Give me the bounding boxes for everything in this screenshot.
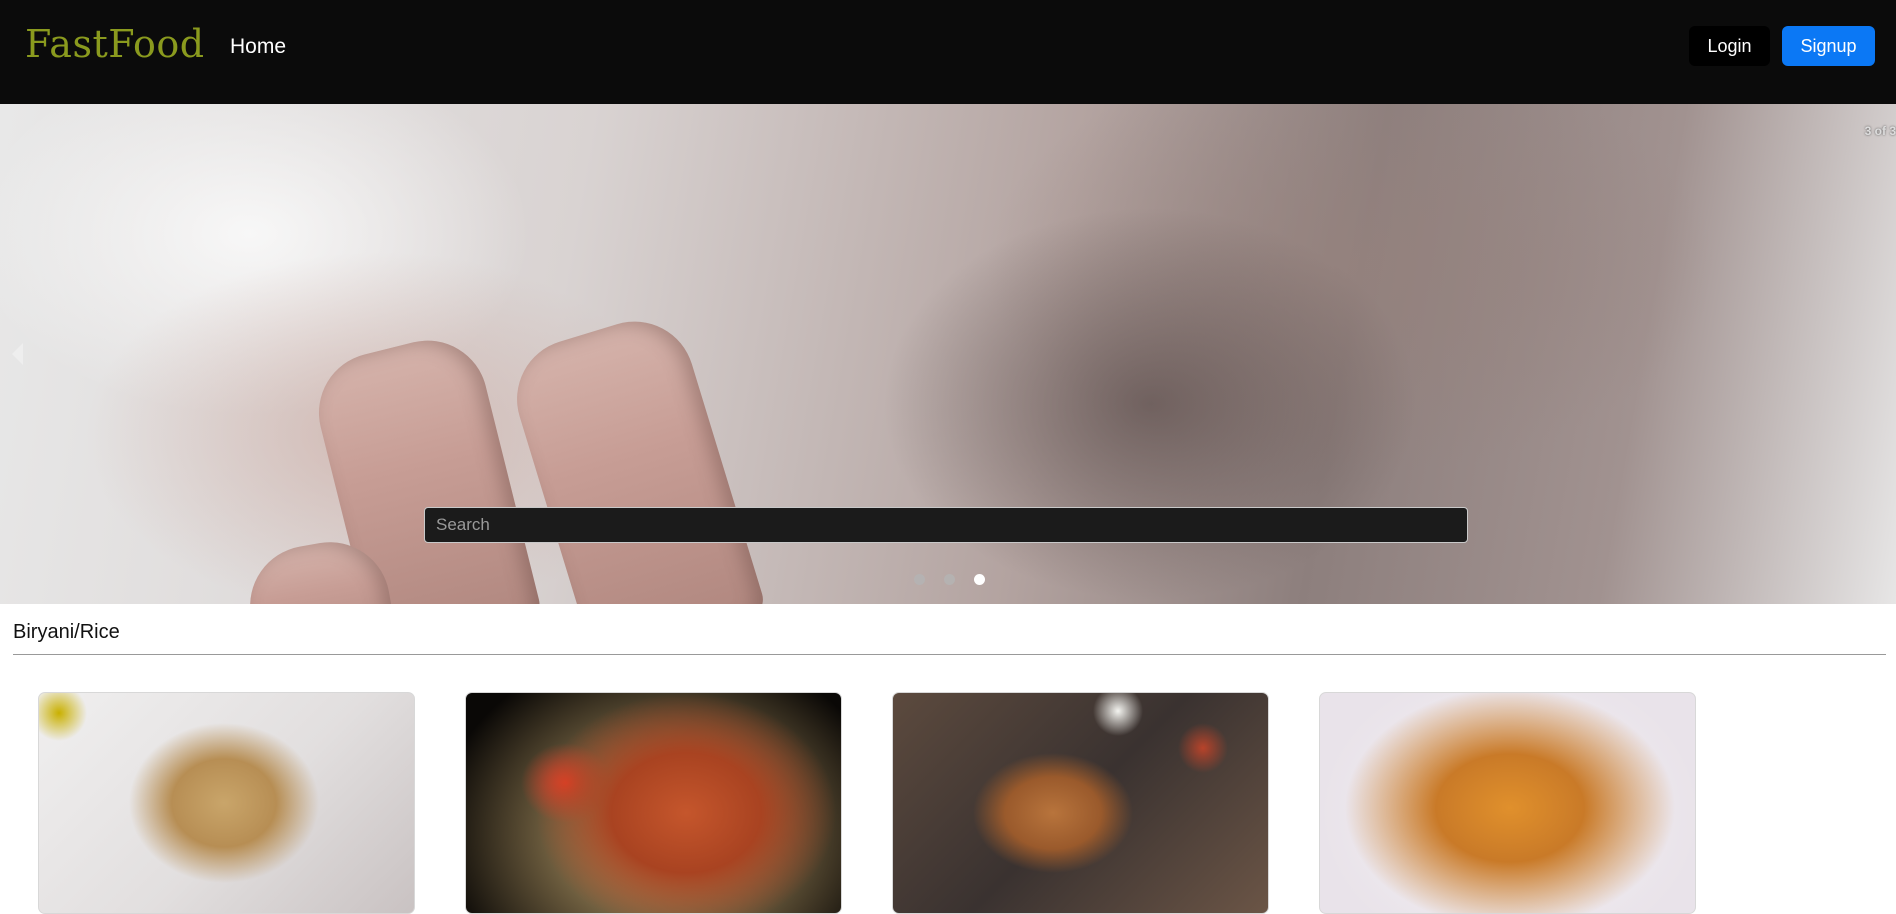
hero-image-finger	[502, 306, 768, 604]
search-input[interactable]	[424, 507, 1468, 543]
carousel-indicator-1[interactable]	[914, 574, 925, 585]
carousel-indicator-3[interactable]	[974, 574, 985, 585]
hero-carousel: 3 of 3	[0, 104, 1896, 604]
food-card-chicken-biryani[interactable]	[1319, 692, 1696, 914]
category-divider	[13, 654, 1886, 655]
carousel-indicator-2[interactable]	[944, 574, 955, 585]
food-card-fried-rice[interactable]	[38, 692, 415, 914]
signup-button[interactable]: Signup	[1782, 26, 1875, 66]
login-button[interactable]: Login	[1689, 26, 1770, 66]
brand-logo[interactable]: FastFood	[25, 22, 205, 66]
food-card-tomato-rice[interactable]	[465, 692, 842, 914]
slide-counter: 3 of 3	[1864, 124, 1896, 138]
nav-link-home[interactable]: Home	[230, 35, 286, 59]
food-card-biryani-bowl[interactable]	[892, 692, 1269, 914]
navbar: FastFood Home Login Signup	[0, 0, 1896, 104]
chevron-left-icon[interactable]	[12, 343, 23, 365]
category-title: Biryani/Rice	[13, 621, 120, 643]
